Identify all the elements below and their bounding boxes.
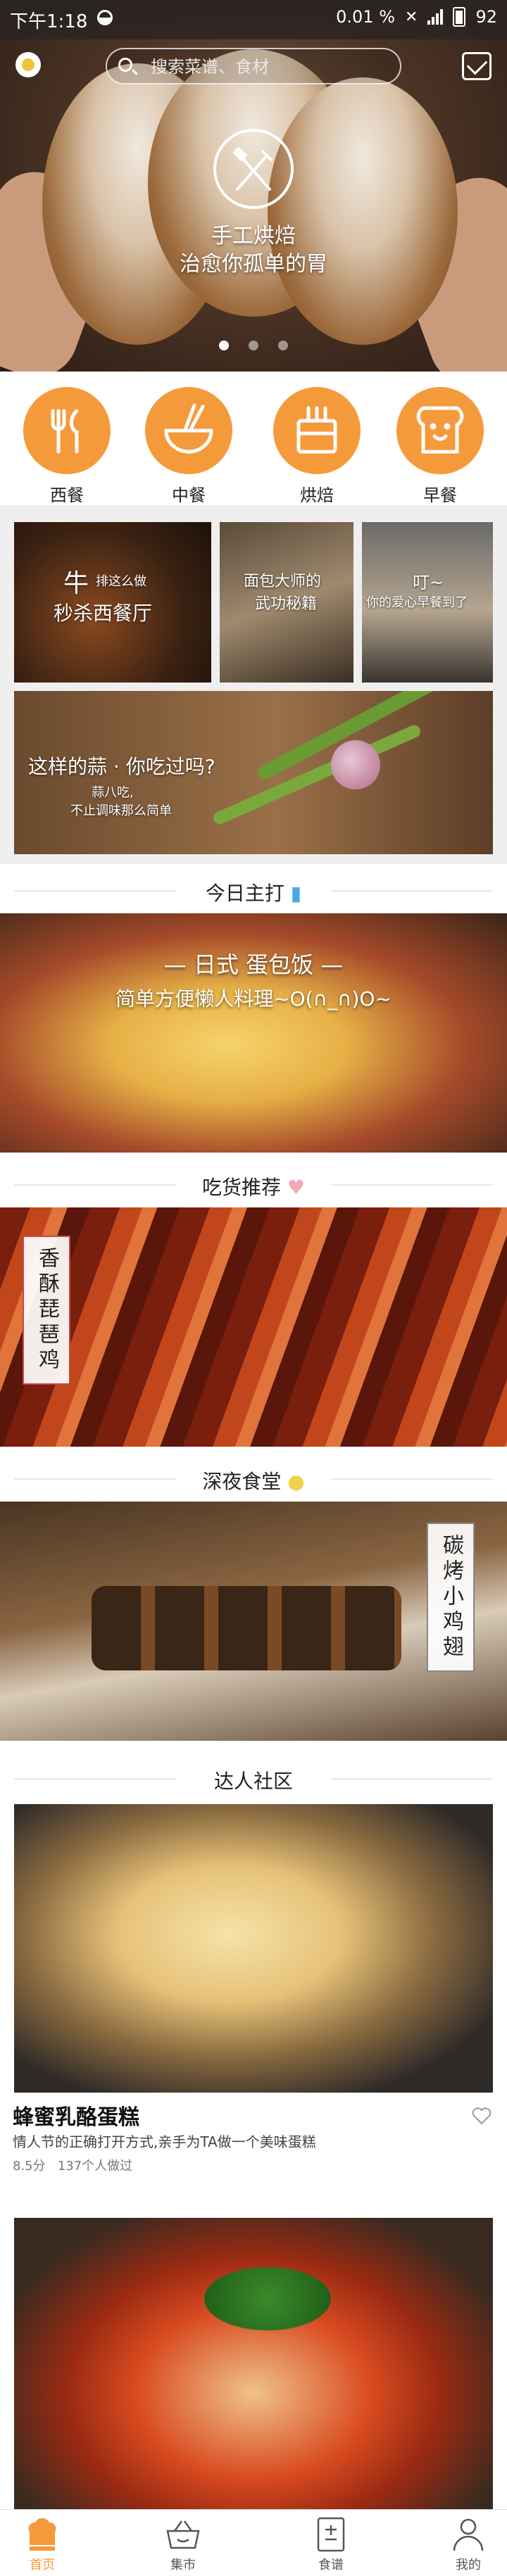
bread-roll-right xyxy=(268,77,458,345)
category-chinese[interactable]: 中餐 xyxy=(139,387,238,506)
post-score: 8.5分 xyxy=(13,2159,46,2174)
today-banner[interactable]: — 日式 蛋包饭 — 简单方便懒人料理~O(∩_∩)O~ xyxy=(0,913,507,1153)
user-icon xyxy=(449,2515,488,2553)
recipe-book-icon xyxy=(311,2515,351,2553)
network-speed: 0.01 % xyxy=(336,7,396,27)
tile-garlic-title: 这样的蒜 · 你吃过吗? xyxy=(28,755,215,778)
divider xyxy=(331,1778,493,1779)
search-input[interactable] xyxy=(149,56,389,77)
today-banner-title: — 日式 蛋包饭 — xyxy=(163,951,344,978)
tab-label: 我的 xyxy=(456,2558,481,2572)
section-foodie-header: 吃货推荐 ♥ xyxy=(0,1158,507,1207)
post-title[interactable]: 蜂蜜乳酪蛋糕 xyxy=(13,2100,139,2131)
category-label: 烘焙 xyxy=(300,486,334,505)
carousel-dots xyxy=(0,341,507,350)
tab-market[interactable]: 集市 xyxy=(141,2515,225,2573)
community-post-image-2[interactable] xyxy=(14,2218,493,2509)
tab-home[interactable]: 首页 xyxy=(0,2515,84,2573)
tile-bread-master[interactable]: 面包大师的 武功秘籍 xyxy=(220,522,353,683)
herb-decor xyxy=(204,2267,331,2330)
bottom-tab-bar: 首页 集市 食谱 我的 xyxy=(0,2509,507,2576)
tab-profile[interactable]: 我的 xyxy=(426,2515,507,2573)
fork-knife-badge-icon xyxy=(213,129,294,209)
night-banner[interactable]: 碳烤小鸡翅 xyxy=(0,1502,507,1741)
top-bar xyxy=(0,39,507,93)
foodie-banner[interactable]: 香酥琵琶鸡 xyxy=(0,1207,507,1447)
hero-subtitle: 治愈你孤单的胃 xyxy=(180,252,327,277)
category-western[interactable]: 西餐 xyxy=(18,387,116,506)
chicken-wings-decor xyxy=(92,1586,401,1670)
section-title: 今日主打 ▮ xyxy=(205,882,302,905)
tab-label: 食谱 xyxy=(318,2558,344,2572)
section-night-header: 深夜食堂 ● xyxy=(0,1452,507,1502)
location-icon[interactable] xyxy=(15,52,41,77)
tile-bread-line1: 面包大师的 xyxy=(244,573,322,590)
tile-garlic-line2: 蒜八吃, xyxy=(92,785,134,800)
toast-icon xyxy=(396,387,484,474)
carousel-dot[interactable] xyxy=(219,341,229,350)
battery-level: 92 xyxy=(475,7,497,27)
bowl-chopsticks-icon xyxy=(145,387,232,474)
night-banner-label: 碳烤小鸡翅 xyxy=(427,1523,475,1672)
heart-outline-icon[interactable] xyxy=(472,2107,492,2125)
tab-label: 首页 xyxy=(30,2558,55,2572)
home-chef-hat-icon xyxy=(23,2515,62,2553)
tile-steak-small: 排这么做 xyxy=(96,574,146,589)
category-row: 西餐 中餐 烘焙 早餐 xyxy=(0,372,507,505)
post-meta: 8.5分 137个人做过 xyxy=(13,2156,132,2174)
category-label: 早餐 xyxy=(423,486,457,505)
status-bar: 下午1:18 0.01 % ✕ 92 xyxy=(0,0,507,39)
garlic-decor xyxy=(331,740,380,789)
battery-icon xyxy=(453,7,466,27)
category-label: 西餐 xyxy=(50,486,84,505)
tile-steak-big: 牛 xyxy=(63,569,89,598)
section-title: 深夜食堂 ● xyxy=(202,1470,305,1493)
divider xyxy=(331,1184,493,1186)
category-label: 中餐 xyxy=(172,486,206,505)
fork-knife-icon xyxy=(23,387,111,474)
tile-steak[interactable]: 牛 排这么做 秒杀西餐厅 xyxy=(14,522,211,683)
community-post-image[interactable] xyxy=(14,1804,493,2093)
tile-breakfast[interactable]: 叮~ 你的爱心早餐到了 xyxy=(362,522,493,683)
status-time: 下午1:18 xyxy=(10,11,88,32)
moon-icon xyxy=(97,10,113,25)
tile-garlic-line3: 不止调味那么简单 xyxy=(70,804,172,818)
hero-title: 手工烘焙 xyxy=(211,224,296,248)
category-baking[interactable]: 烘焙 xyxy=(268,387,366,506)
tile-garlic[interactable]: 这样的蒜 · 你吃过吗? 蒜八吃, 不止调味那么简单 xyxy=(14,691,493,854)
tab-label: 集市 xyxy=(170,2558,196,2572)
tab-recipes[interactable]: 食谱 xyxy=(289,2515,373,2573)
tile-breakfast-line1: 叮~ xyxy=(413,573,444,592)
tile-bread-line2: 武功秘籍 xyxy=(255,595,318,613)
tile-breakfast-line2: 你的爱心早餐到了 xyxy=(366,595,468,610)
message-icon[interactable] xyxy=(462,52,492,80)
section-community-header: 达人社区 xyxy=(0,1752,507,1801)
heart-icon: ♥ xyxy=(287,1176,306,1199)
carousel-dot[interactable] xyxy=(249,341,258,350)
divider xyxy=(331,1478,493,1480)
section-today-header: 今日主打 ▮ xyxy=(0,864,507,913)
bulb-icon: ● xyxy=(287,1470,305,1493)
search-bar[interactable] xyxy=(106,48,401,84)
foodie-banner-label: 香酥琵琶鸡 xyxy=(23,1236,70,1385)
signal-icon xyxy=(427,9,444,25)
carousel-dot[interactable] xyxy=(278,341,288,350)
section-title: 吃货推荐 ♥ xyxy=(201,1176,306,1199)
popsicle-icon: ▮ xyxy=(290,882,302,905)
section-title: 达人社区 xyxy=(213,1770,293,1793)
tile-steak-subtitle: 秒杀西餐厅 xyxy=(54,602,153,625)
mute-icon: ✕ xyxy=(405,8,418,26)
category-breakfast[interactable]: 早餐 xyxy=(391,387,489,506)
cake-icon xyxy=(273,387,361,474)
search-icon xyxy=(118,58,132,72)
today-banner-subtitle: 简单方便懒人料理~O(∩_∩)O~ xyxy=(115,987,392,1010)
divider xyxy=(331,890,493,892)
post-count: 137个人做过 xyxy=(57,2159,133,2174)
post-description: 情人节的正确打开方式,亲手为TA做一个美味蛋糕 xyxy=(13,2133,316,2150)
basket-icon xyxy=(163,2515,203,2553)
